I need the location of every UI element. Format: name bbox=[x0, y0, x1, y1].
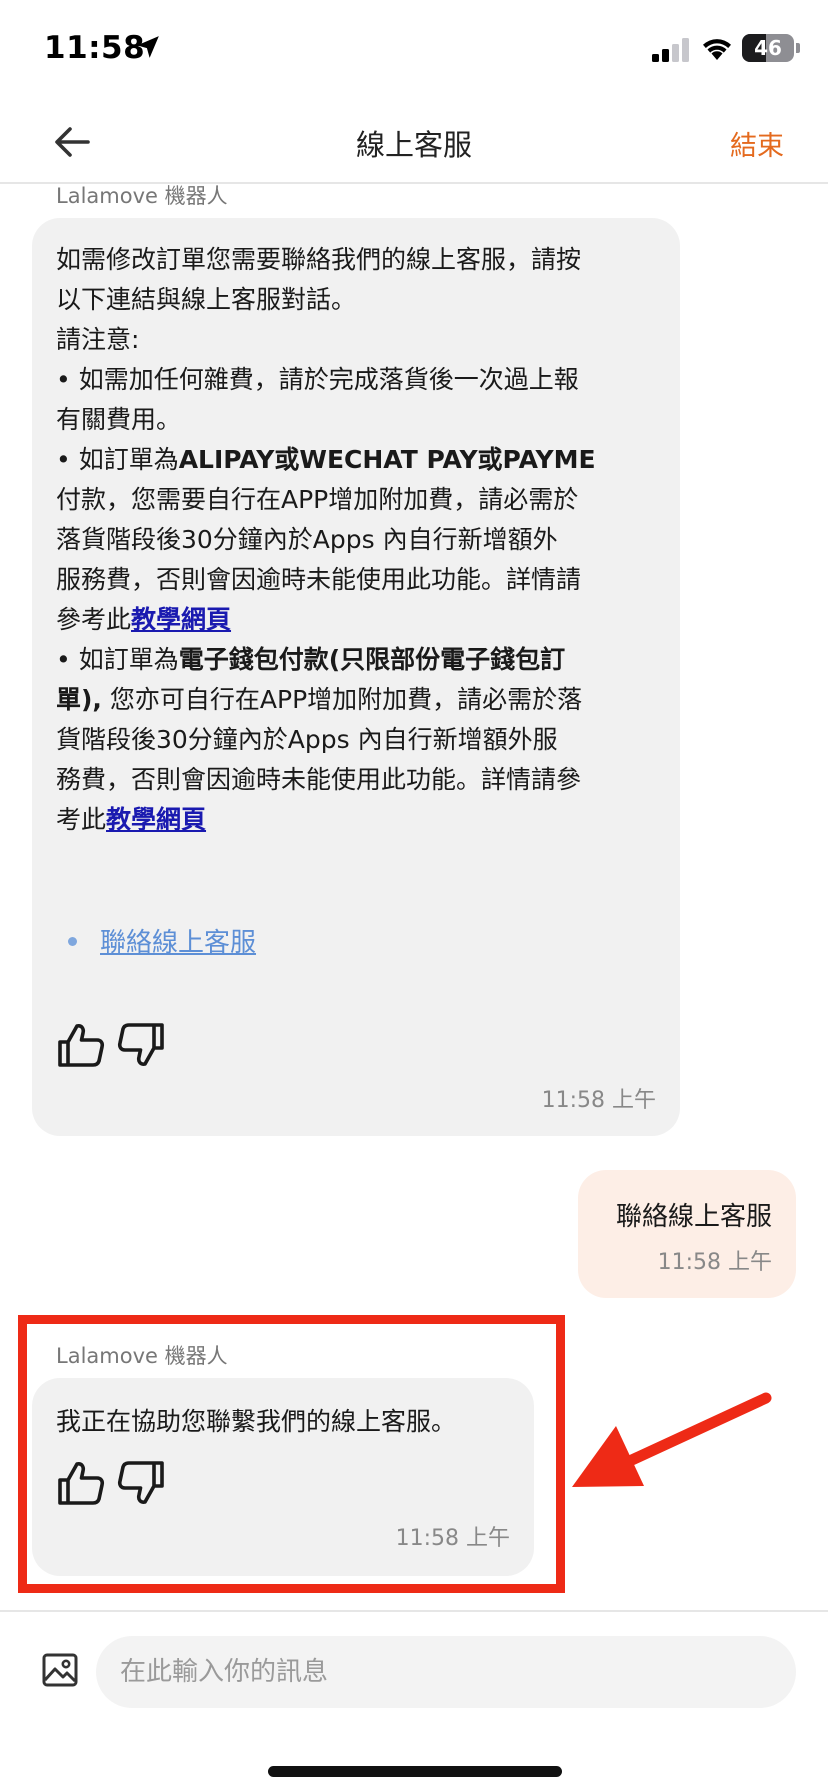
text-line: 貨階段後30分鐘內於Apps 內自行新增額外服 bbox=[56, 725, 558, 754]
header: 線上客服 結束 bbox=[0, 100, 828, 184]
text-line: 付款，您需要自行在APP增加附加費，請必需於 bbox=[56, 485, 579, 514]
bold-text: 單), bbox=[56, 685, 102, 714]
page-title: 線上客服 bbox=[355, 128, 472, 162]
message-input-bar bbox=[0, 1610, 828, 1736]
home-indicator bbox=[268, 1766, 562, 1777]
bold-text: ALIPAY或WECHAT PAY或PAYME bbox=[178, 445, 596, 474]
red-arrow-annotation bbox=[572, 1392, 772, 1487]
tutorial-link[interactable]: 教學網頁 bbox=[106, 805, 206, 834]
text-line: 請注意: bbox=[56, 325, 140, 354]
contact-support-link[interactable]: 聯絡線上客服 bbox=[100, 922, 256, 959]
status-bar: 11:58 46 bbox=[0, 0, 828, 100]
user-message-text: 聯絡線上客服 bbox=[615, 1202, 772, 1232]
bold-text: 電子錢包付款(只限部份電子錢包訂 bbox=[178, 645, 566, 674]
battery-icon: 46 bbox=[742, 34, 794, 62]
text-line: 服務費，否則會因逾時未能使用此功能。詳情請 bbox=[56, 565, 582, 594]
text-line: 以下連結與線上客服對話。 bbox=[56, 285, 357, 314]
bullet-dot bbox=[68, 937, 77, 946]
battery-level: 46 bbox=[754, 36, 782, 60]
thumbs-down-icon[interactable] bbox=[116, 1020, 166, 1070]
message-timestamp: 11:58 上午 bbox=[657, 1250, 772, 1275]
location-arrow-icon bbox=[137, 36, 159, 58]
text-span: 您亦可自行在APP增加附加費，請必需於落 bbox=[101, 685, 583, 714]
text-line: 參考此教學網頁 bbox=[56, 600, 676, 640]
battery-nub bbox=[796, 43, 800, 53]
text-span: • 如訂單為 bbox=[56, 445, 179, 474]
signal-icon bbox=[652, 38, 689, 62]
text-line: 務費，否則會因逾時未能使用此功能。詳情請參 bbox=[56, 765, 582, 794]
message-input[interactable] bbox=[96, 1636, 796, 1708]
tutorial-link[interactable]: 教學網頁 bbox=[131, 605, 231, 634]
text-line: 落貨階段後30分鐘內於Apps 內自行新增額外 bbox=[56, 525, 558, 554]
status-time: 11:58 bbox=[44, 30, 146, 66]
text-line: 考此教學網頁 bbox=[56, 800, 676, 840]
image-icon[interactable] bbox=[42, 1652, 78, 1688]
text-line: • 如訂單為ALIPAY或WECHAT PAY或PAYME bbox=[56, 440, 676, 480]
text-span: 考此 bbox=[56, 805, 107, 834]
bot-message-bubble: 如需修改訂單您需要聯絡我們的線上客服，請按 以下連結與線上客服對話。 請注意: … bbox=[32, 218, 680, 1136]
end-chat-button[interactable]: 結束 bbox=[730, 124, 784, 163]
text-line: 單), 您亦可自行在APP增加附加費，請必需於落 bbox=[56, 680, 676, 720]
text-span: • 如訂單為 bbox=[56, 645, 179, 674]
text-line: • 如需加任何雜費，請於完成落貨後一次過上報 bbox=[56, 365, 579, 394]
thumbs-up-icon[interactable] bbox=[56, 1020, 106, 1070]
text-line: 如需修改訂單您需要聯絡我們的線上客服，請按 bbox=[56, 245, 582, 274]
text-line: • 如訂單為電子錢包付款(只限部份電子錢包訂 bbox=[56, 640, 676, 680]
user-message-bubble: 聯絡線上客服 11:58 上午 bbox=[578, 1170, 796, 1298]
bot-message-text: 如需修改訂單您需要聯絡我們的線上客服，請按 以下連結與線上客服對話。 請注意: … bbox=[56, 240, 676, 840]
highlight-box bbox=[18, 1315, 565, 1593]
sender-label: Lalamove 機器人 bbox=[56, 184, 228, 208]
text-span: 參考此 bbox=[56, 605, 132, 634]
message-timestamp: 11:58 上午 bbox=[541, 1088, 656, 1113]
wifi-icon bbox=[703, 39, 731, 60]
text-line: 有關費用。 bbox=[56, 405, 182, 434]
